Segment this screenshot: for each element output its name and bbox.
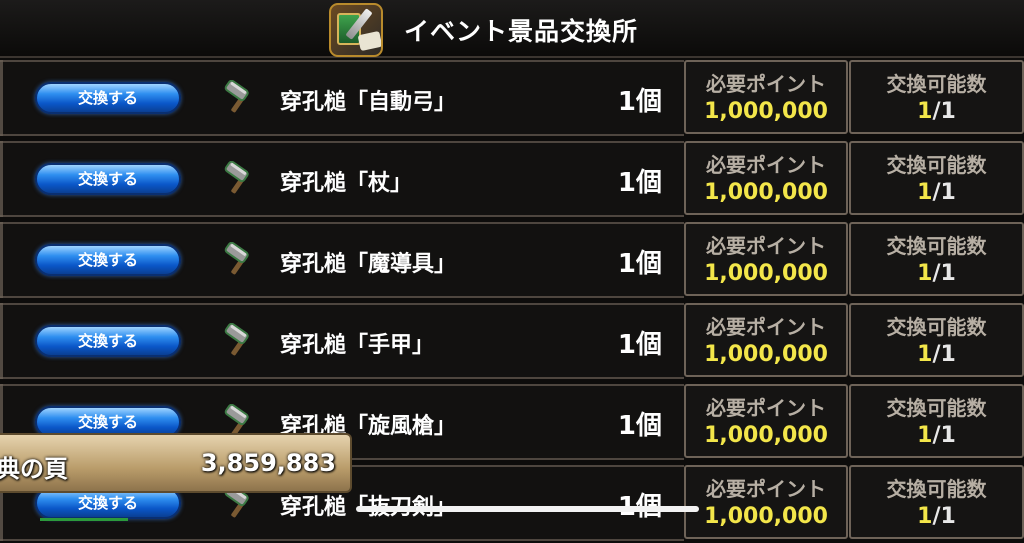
exchange-count-remaining: 1: [917, 180, 933, 205]
item-name: 穿孔槌「自動弓」: [280, 90, 457, 115]
exchange-button[interactable]: 交換する: [35, 163, 181, 195]
item-quantity: 1個: [618, 486, 662, 523]
home-indicator[interactable]: [356, 506, 699, 512]
required-points-panel: 必要ポイント 1,000,000: [684, 222, 848, 296]
item-name: 穿孔槌「杖」: [280, 171, 413, 196]
required-points-value: 1,000,000: [704, 504, 828, 529]
hammer-icon: [224, 80, 249, 113]
required-points-label: 必要ポイント: [706, 234, 826, 258]
exchange-row: 交換する 穿孔槌「魔導具」 1個 必要ポイント 1,000,000 交換可能数 1/1: [0, 222, 1024, 300]
required-points-label: 必要ポイント: [706, 396, 826, 420]
required-points-panel: 必要ポイント 1,000,000: [684, 465, 848, 539]
exchange-button[interactable]: 交換する: [35, 82, 181, 114]
exchange-count-value: 1/1: [851, 504, 1022, 529]
exchange-row: 交換する 穿孔槌「手甲」 1個 必要ポイント 1,000,000 交換可能数 1/1: [0, 303, 1024, 381]
exchange-count-remaining: 1: [917, 342, 933, 367]
exchange-count-total: /1: [932, 261, 956, 286]
exchange-count-panel: 交換可能数 1/1: [849, 141, 1024, 215]
exchange-button[interactable]: 交換する: [35, 244, 181, 276]
exchange-count-label: 交換可能数: [886, 153, 987, 177]
item-name: 穿孔槌「魔導具」: [280, 252, 457, 277]
required-points-value: 1,000,000: [704, 423, 828, 448]
exchange-count-label: 交換可能数: [886, 234, 987, 258]
item-quantity: 1個: [617, 249, 662, 279]
required-points-label: 必要ポイント: [706, 315, 826, 339]
exchange-count-value: 1/1: [851, 261, 1022, 286]
exchange-count-value: 1/1: [851, 342, 1022, 367]
exchange-count-panel: 交換可能数 1/1: [849, 465, 1024, 539]
exchange-count-total: /1: [932, 180, 956, 205]
balance-label: 典の頁: [0, 455, 68, 483]
page-title: イベント景品交換所: [404, 17, 639, 46]
exchange-count-remaining: 1: [917, 423, 933, 448]
event-shop-icon: [329, 3, 383, 57]
exchange-count-remaining: 1: [917, 504, 933, 529]
required-points-panel: 必要ポイント 1,000,000: [684, 141, 848, 215]
item-quantity: 1個: [617, 330, 662, 360]
required-points-value: 1,000,000: [704, 180, 828, 205]
exchange-count-total: /1: [932, 342, 956, 367]
item-quantity: 1個: [617, 168, 662, 198]
hammer-icon: [224, 242, 249, 275]
exchange-count-total: /1: [932, 99, 956, 124]
required-points-value: 1,000,000: [704, 342, 828, 367]
exchange-count-total: /1: [932, 423, 956, 448]
exchange-button[interactable]: 交換する: [35, 325, 181, 357]
exchange-count-label: 交換可能数: [886, 396, 987, 420]
hammer-icon: [224, 323, 249, 356]
exchange-count-total: /1: [932, 504, 956, 529]
hammer-icon: [224, 161, 249, 194]
exchange-row: 交換する 穿孔槌「杖」 1個 必要ポイント 1,000,000 交換可能数 1/1: [0, 141, 1024, 219]
required-points-panel: 必要ポイント 1,000,000: [684, 384, 848, 458]
required-points-label: 必要ポイント: [706, 153, 826, 177]
exchange-count-remaining: 1: [917, 99, 933, 124]
required-points-label: 必要ポイント: [706, 477, 826, 501]
exchange-count-panel: 交換可能数 1/1: [849, 384, 1024, 458]
required-points-value: 1,000,000: [704, 99, 828, 124]
item-name: 穿孔槌「抜刀剣」: [280, 489, 456, 521]
balance-value: 3,859,883: [200, 449, 336, 477]
required-points-panel: 必要ポイント 1,000,000: [684, 303, 848, 377]
exchange-count-value: 1/1: [851, 423, 1022, 448]
exchange-count-panel: 交換可能数 1/1: [849, 60, 1024, 134]
exchange-count-panel: 交換可能数 1/1: [849, 222, 1024, 296]
exchange-count-label: 交換可能数: [886, 315, 987, 339]
header-bar: イベント景品交換所: [0, 0, 1024, 58]
balance-panel: 典の頁 3,859,883: [0, 433, 352, 493]
required-points-label: 必要ポイント: [706, 72, 826, 96]
exchange-count-label: 交換可能数: [886, 477, 987, 501]
exchange-row: 交換する 穿孔槌「自動弓」 1個 必要ポイント 1,000,000 交換可能数 1/1: [0, 60, 1024, 138]
exchange-count-label: 交換可能数: [886, 72, 987, 96]
required-points-panel: 必要ポイント 1,000,000: [684, 60, 848, 134]
bottom-accent: [40, 518, 128, 521]
exchange-count-value: 1/1: [851, 180, 1022, 205]
exchange-count-remaining: 1: [917, 261, 933, 286]
exchange-count-panel: 交換可能数 1/1: [849, 303, 1024, 377]
item-name: 穿孔槌「手甲」: [280, 333, 435, 358]
item-quantity: 1個: [617, 87, 662, 117]
item-quantity: 1個: [617, 411, 662, 441]
required-points-value: 1,000,000: [704, 261, 828, 286]
exchange-count-value: 1/1: [851, 99, 1022, 124]
